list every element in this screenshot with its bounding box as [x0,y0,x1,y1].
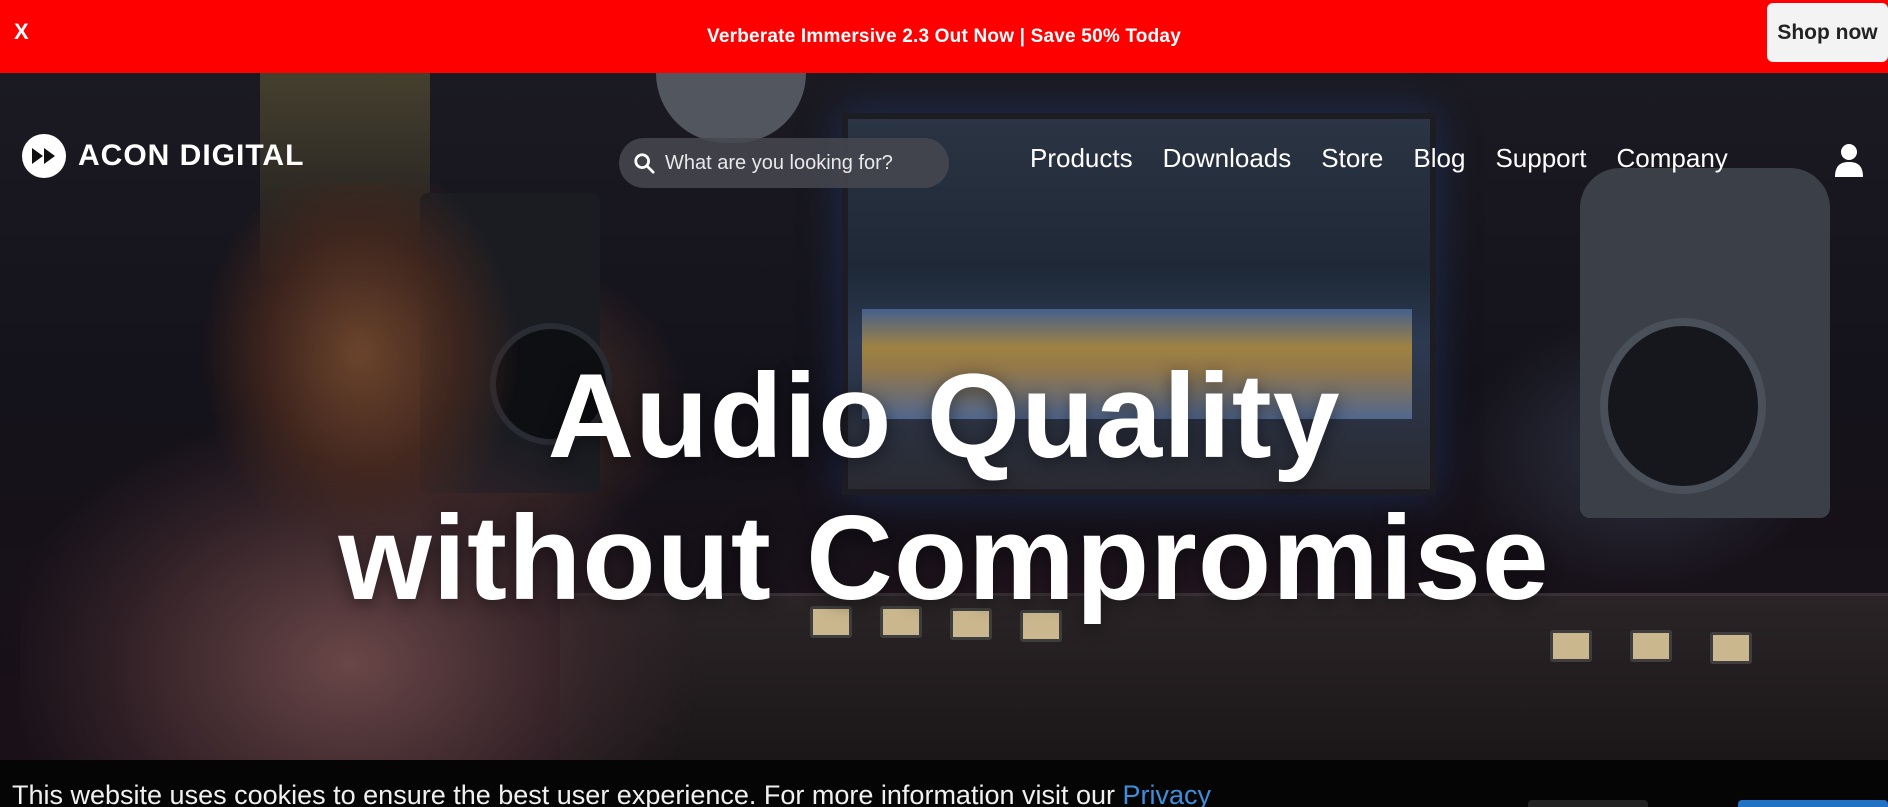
user-icon[interactable] [1833,143,1865,177]
main-nav: Products Downloads Store Blog Support Co… [1030,143,1728,174]
nav-downloads[interactable]: Downloads [1163,143,1292,174]
cookie-decline-button[interactable] [1528,800,1648,807]
nav-store[interactable]: Store [1321,143,1383,174]
nav-company[interactable]: Company [1617,143,1728,174]
vu-meter [1550,630,1592,662]
nav-support[interactable]: Support [1495,143,1586,174]
hero-headline: Audio Quality without Compromise [0,345,1888,629]
shop-now-button[interactable]: Shop now [1767,3,1888,62]
search-icon [634,153,655,174]
promo-close-button[interactable]: X [14,20,29,44]
fast-forward-icon [22,134,66,178]
vu-meter [1630,630,1672,662]
nav-products[interactable]: Products [1030,143,1133,174]
vu-meter [1710,632,1752,664]
nav-blog[interactable]: Blog [1413,143,1465,174]
cookie-text: This website uses cookies to ensure the … [12,780,1123,807]
headline-line-2: without Compromise [338,491,1550,625]
background-lamp [656,73,806,143]
promo-text: Verberate Immersive 2.3 Out Now | Save 5… [707,25,1181,47]
headline-line-1: Audio Quality [547,349,1341,483]
cookie-message: This website uses cookies to ensure the … [12,780,1211,807]
search-input[interactable] [663,150,937,176]
privacy-link[interactable]: Privacy [1123,780,1212,807]
search-bar[interactable] [619,138,949,188]
cookie-accept-button[interactable] [1738,800,1888,807]
brand-logo[interactable]: ACON DIGITAL [22,134,304,178]
brand-name: ACON DIGITAL [78,139,305,172]
promo-banner: X Verberate Immersive 2.3 Out Now | Save… [0,0,1888,73]
cookie-banner: This website uses cookies to ensure the … [0,760,1888,807]
